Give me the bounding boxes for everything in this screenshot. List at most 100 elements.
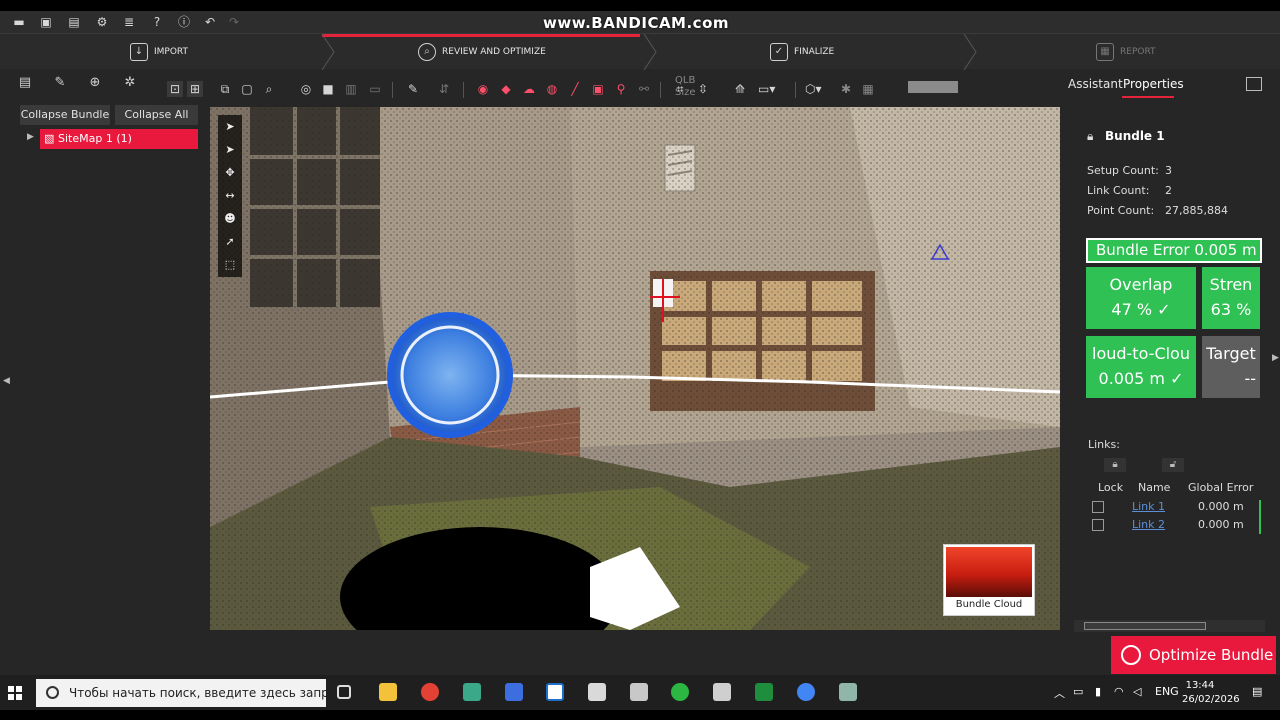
links-horizontal-scrollbar[interactable]	[1074, 620, 1265, 632]
tab-assistant[interactable]: Assistant	[1068, 77, 1123, 91]
project-tab-icon[interactable]: ▤	[17, 75, 33, 91]
globe-tab-icon[interactable]: ⊕	[87, 75, 103, 91]
link-name[interactable]: Link 2	[1132, 518, 1165, 531]
plan-view-icon[interactable]: ■	[320, 81, 336, 97]
expand-caret-icon[interactable]: ▶	[27, 132, 34, 142]
column-global-error[interactable]: Global Error	[1188, 481, 1253, 494]
link-name[interactable]: Link 1	[1132, 500, 1165, 513]
walk-icon[interactable]: ☻	[222, 211, 238, 227]
chrome-icon[interactable]	[421, 683, 439, 701]
transform-icon[interactable]: ⟰	[732, 81, 748, 97]
redo-icon[interactable]: ↷	[226, 14, 242, 30]
collapse-bundle-button[interactable]: Collapse Bundle	[20, 105, 110, 125]
location-pin-icon[interactable]: ⚲	[613, 81, 629, 97]
target-tile[interactable]: Target --	[1202, 336, 1260, 398]
overlap-tile[interactable]: Overlap 47 % ✓	[1086, 267, 1196, 329]
taskbar-search-input[interactable]: Чтобы начать поиск, введите здесь запрос	[36, 679, 326, 707]
move-icon[interactable]: ✥	[222, 165, 238, 181]
collapse-right-panel-icon[interactable]: ▶	[1272, 353, 1279, 363]
notifications-icon[interactable]: ▤	[1252, 685, 1262, 698]
attachments-tab-icon[interactable]: ✎	[52, 75, 68, 91]
wifi-icon[interactable]: ◠	[1114, 685, 1124, 698]
unlock-link-icon[interactable]: 🔓︎	[1162, 458, 1184, 472]
microphone-icon[interactable]: ▮	[1095, 685, 1101, 698]
edit-tool-icon[interactable]: ⇵	[436, 81, 452, 97]
lock-checkbox[interactable]	[1092, 501, 1104, 513]
spreadsheet-icon[interactable]	[755, 683, 773, 701]
zoom-fit-icon[interactable]: ⌕	[261, 81, 277, 97]
step-finalize[interactable]: ✓ FINALIZE	[770, 34, 834, 70]
window-view-icon[interactable]: ▢	[239, 81, 255, 97]
strength-tile[interactable]: Stren 63 %	[1202, 267, 1260, 329]
network-tab-icon[interactable]: ✲	[122, 75, 138, 91]
cloud-icon[interactable]: ☁	[521, 81, 537, 97]
select-mode-icon[interactable]: ⊡	[167, 81, 183, 97]
bundle-error-indicator[interactable]: Bundle Error 0.005 m	[1086, 238, 1262, 263]
split-view-icon[interactable]: ▥	[343, 81, 359, 97]
point-cloud-viewport[interactable]: ➤ ➤ ✥ ↔ ☻ ➚ ⬚ Bundle Cloud	[210, 107, 1060, 630]
collapse-left-panel-icon[interactable]: ◀	[3, 376, 10, 386]
bundle-cloud-thumbnail[interactable]: Bundle Cloud	[943, 544, 1035, 616]
step-review-optimize[interactable]: ⌕ REVIEW AND OPTIMIZE	[418, 34, 546, 70]
qlb-toggle-icon[interactable]: ▦	[860, 81, 876, 97]
camera-icon[interactable]: ▣	[590, 81, 606, 97]
pointer-icon[interactable]: ➤	[222, 119, 238, 135]
layers-icon[interactable]: ≣	[121, 14, 137, 30]
windows-start-icon[interactable]	[8, 686, 22, 700]
cube-view-icon[interactable]: ⬡▾	[805, 81, 822, 97]
language-indicator[interactable]: ENG	[1155, 685, 1179, 698]
measure-tool-icon[interactable]: ✎	[405, 81, 421, 97]
open-folder-icon[interactable]: ▬	[11, 14, 27, 30]
column-name[interactable]: Name	[1138, 481, 1170, 494]
column-lock[interactable]: Lock	[1098, 481, 1123, 494]
step-import[interactable]: ↓ IMPORT	[130, 34, 188, 70]
undock-panel-icon[interactable]	[1246, 77, 1262, 91]
app-icon[interactable]	[839, 683, 857, 701]
taskbar-clock[interactable]: 13:44 26/02/2026	[1182, 679, 1240, 707]
fly-icon[interactable]: ➚	[222, 234, 238, 250]
line-tool-icon[interactable]: ╱	[567, 81, 583, 97]
help-icon[interactable]: ?	[149, 14, 165, 30]
qlb-size-slider[interactable]	[908, 81, 958, 93]
settings-gear-icon[interactable]: ⚙	[94, 14, 110, 30]
save-icon[interactable]: ▣	[38, 14, 54, 30]
scan-view-icon[interactable]: ◎	[298, 81, 314, 97]
photos-app-icon[interactable]	[546, 683, 564, 701]
scrollbar-thumb[interactable]	[1084, 622, 1206, 630]
collapse-all-button[interactable]: Collapse All	[115, 105, 198, 125]
app-icon[interactable]	[588, 683, 606, 701]
tree-item-sitemap[interactable]: ▧ SiteMap 1 (1)	[40, 129, 198, 149]
fit-width-icon[interactable]: ↔	[222, 188, 238, 204]
copy-view-icon[interactable]: ⧉	[217, 81, 233, 97]
app-icon[interactable]	[630, 683, 648, 701]
display-options-icon[interactable]: ▭▾	[758, 81, 775, 97]
app-icon[interactable]	[713, 683, 731, 701]
tray-expand-icon[interactable]: ︿	[1054, 685, 1065, 701]
link-tool-icon[interactable]: ⚯	[636, 81, 652, 97]
notes-app-icon[interactable]	[505, 683, 523, 701]
browser-icon[interactable]	[797, 683, 815, 701]
tag-icon[interactable]: ◆	[498, 81, 514, 97]
cluster-icon[interactable]: ✱	[838, 81, 854, 97]
export-icon[interactable]: ▤	[66, 14, 82, 30]
cube-icon[interactable]: ⬚	[222, 257, 238, 273]
optimize-bundle-button[interactable]: Optimize Bundle	[1111, 636, 1276, 674]
panorama-view-icon[interactable]: ▭	[367, 81, 383, 97]
undo-icon[interactable]: ↶	[202, 14, 218, 30]
lock-checkbox[interactable]	[1092, 519, 1104, 531]
volume-icon[interactable]: ◁	[1133, 685, 1141, 698]
battery-icon[interactable]: ▭	[1073, 685, 1083, 698]
tab-properties[interactable]: Properties	[1123, 77, 1184, 91]
info-icon[interactable]: ⓘ	[176, 14, 192, 30]
whatsapp-icon[interactable]	[671, 683, 689, 701]
sphere-icon[interactable]: ◍	[544, 81, 560, 97]
target-icon[interactable]: ◉	[475, 81, 491, 97]
task-view-icon[interactable]	[337, 685, 351, 699]
multi-select-icon[interactable]: ⊞	[187, 81, 203, 97]
cloud-to-cloud-tile[interactable]: loud-to-Clou 0.005 m ✓	[1086, 336, 1196, 398]
recap-app-icon[interactable]	[463, 683, 481, 701]
align-icon[interactable]: ⇳	[695, 81, 711, 97]
select-pointer-icon[interactable]: ➤	[222, 142, 238, 158]
lock-link-icon[interactable]: 🔒︎	[1104, 458, 1126, 472]
file-explorer-icon[interactable]	[379, 683, 397, 701]
